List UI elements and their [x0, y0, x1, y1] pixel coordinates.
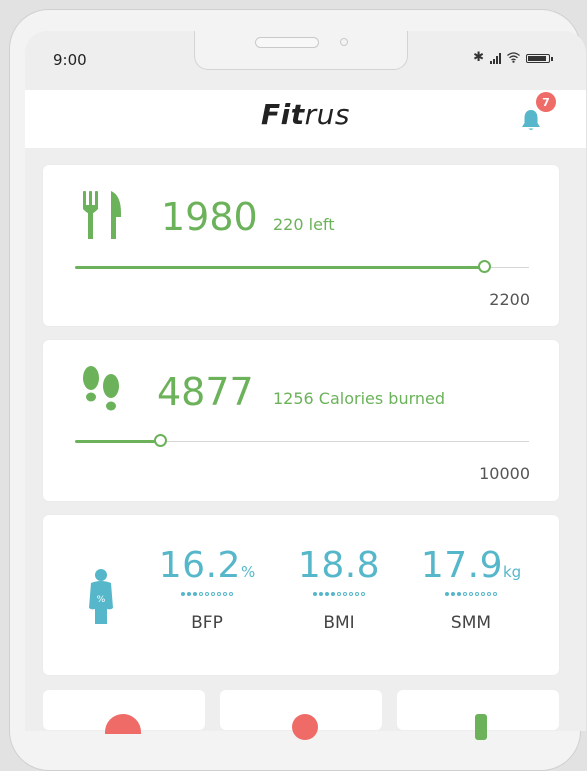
bottle-icon: [475, 714, 487, 740]
level-dot: [361, 592, 365, 596]
summary-card-2[interactable]: [220, 690, 382, 740]
battery-icon: [526, 53, 553, 63]
metric-bfp[interactable]: 16.2% BFP: [142, 545, 272, 633]
heart-icon: [105, 714, 141, 734]
calories-remaining: 220 left: [273, 215, 335, 234]
summary-card-1[interactable]: [43, 690, 205, 734]
body-composition-icon: %: [89, 569, 113, 624]
level-dot: [187, 592, 191, 596]
bfp-value: 16.2: [158, 545, 241, 586]
level-dot: [487, 592, 491, 596]
steps-calories-burned: 1256 Calories burned: [273, 389, 446, 408]
signal-icon: [490, 52, 501, 64]
level-dot: [217, 592, 221, 596]
level-dot: [445, 592, 449, 596]
smm-label: SMM: [450, 613, 492, 633]
bfp-level-dots: [142, 592, 272, 597]
smm-value: 17.9: [420, 545, 503, 586]
phone-notch: [194, 31, 408, 70]
bmi-label: BMI: [323, 613, 355, 633]
level-dot: [193, 592, 197, 596]
wifi-icon: [507, 51, 520, 65]
status-icons: ✱: [473, 50, 553, 65]
level-dot: [337, 592, 341, 596]
calories-progress-handle: [478, 260, 491, 273]
level-dot: [211, 592, 215, 596]
metric-smm[interactable]: 17.9kg SMM: [406, 545, 536, 633]
calories-progress-fill: [75, 266, 484, 269]
svg-text:%: %: [97, 595, 106, 605]
footprints-icon: [83, 366, 119, 411]
level-dot: [343, 592, 347, 596]
level-dot: [319, 592, 323, 596]
status-time: 9:00: [53, 51, 87, 69]
metric-bmi[interactable]: 18.8 BMI: [274, 545, 404, 633]
status-circle-icon: [292, 714, 318, 740]
notifications-button[interactable]: [519, 108, 543, 132]
bluetooth-icon: ✱: [473, 50, 484, 65]
level-dot: [349, 592, 353, 596]
bfp-label: BFP: [191, 613, 223, 633]
level-dot: [229, 592, 233, 596]
calories-card[interactable]: 1980 220 left 2200: [43, 165, 559, 326]
level-dot: [457, 592, 461, 596]
smm-unit: kg: [502, 563, 522, 581]
level-dot: [205, 592, 209, 596]
steps-value: 4877: [157, 370, 254, 414]
bmi-value: 18.8: [297, 545, 381, 586]
steps-card[interactable]: 4877 1256 Calories burned 10000: [43, 340, 559, 501]
level-dot: [469, 592, 473, 596]
level-dot: [475, 592, 479, 596]
bell-icon: [522, 110, 540, 130]
body-composition-card[interactable]: % 16.2% BFP 18.8 BMI 17.9kg SMM: [43, 515, 559, 675]
level-dot: [493, 592, 497, 596]
level-dot: [313, 592, 317, 596]
level-dot: [481, 592, 485, 596]
app-header: Fitrus 7: [25, 90, 586, 148]
app-title: Fitrus: [261, 98, 350, 131]
level-dot: [223, 592, 227, 596]
fork-knife-icon: [83, 191, 121, 239]
bfp-unit: %: [240, 563, 256, 581]
level-dot: [463, 592, 467, 596]
steps-goal: 10000: [479, 464, 530, 483]
smm-level-dots: [406, 592, 536, 597]
level-dot: [181, 592, 185, 596]
level-dot: [325, 592, 329, 596]
calories-value: 1980: [161, 195, 258, 239]
speaker-grille: [255, 37, 319, 48]
level-dot: [451, 592, 455, 596]
summary-card-3[interactable]: [397, 690, 559, 740]
level-dot: [331, 592, 335, 596]
level-dot: [199, 592, 203, 596]
calories-goal: 2200: [489, 290, 530, 309]
bmi-level-dots: [274, 592, 404, 597]
steps-progress-fill: [75, 440, 160, 443]
notification-badge: 7: [536, 92, 556, 112]
steps-progress-handle: [154, 434, 167, 447]
level-dot: [355, 592, 359, 596]
front-camera: [340, 38, 348, 46]
